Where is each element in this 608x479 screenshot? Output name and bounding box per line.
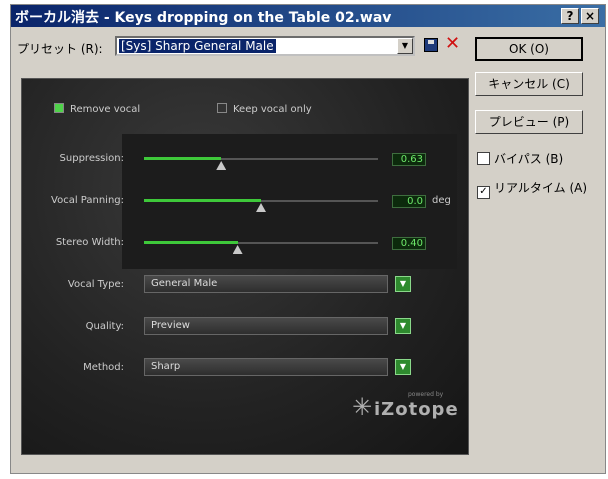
vocal-panning-unit: deg [432, 195, 451, 206]
window-title: ボーカル消去 - Keys dropping on the Table 02.w… [15, 10, 392, 26]
stereo-width-value[interactable]: 0.40 [392, 237, 426, 250]
radio-dot-icon [217, 103, 227, 113]
preset-label: プリセット (R): [17, 42, 103, 56]
izotope-panel: Remove vocal Keep vocal only Suppression… [21, 78, 469, 455]
stereo-width-label: Stereo Width: [55, 237, 124, 248]
vocal-panning-label: Vocal Panning: [51, 195, 124, 206]
vocal-panning-slider[interactable] [144, 199, 378, 212]
izotope-mark-icon: ✳ [352, 393, 373, 421]
realtime-check-box[interactable]: ✓ [477, 186, 490, 199]
vocal-type-select[interactable]: General Male [144, 275, 388, 293]
bypass-checkbox[interactable]: バイパス (B) [477, 150, 563, 167]
title-bar: ボーカル消去 - Keys dropping on the Table 02.w… [11, 5, 605, 27]
quality-select[interactable]: Preview [144, 317, 388, 335]
realtime-checkbox[interactable]: ✓ リアルタイム (A) [477, 179, 587, 199]
vocal-type-label: Vocal Type: [67, 279, 124, 290]
help-button[interactable]: ? [561, 8, 579, 24]
save-icon[interactable] [424, 38, 438, 52]
izotope-brand: iZotope [374, 399, 459, 420]
preset-dropdown[interactable]: [Sys] Sharp General Male ▼ [115, 36, 415, 56]
chevron-down-icon[interactable]: ▼ [395, 318, 411, 334]
vocal-panning-value[interactable]: 0.0 [392, 195, 426, 208]
suppression-value[interactable]: 0.63 [392, 153, 426, 166]
close-button[interactable]: × [581, 8, 599, 24]
stereo-width-slider[interactable] [144, 241, 378, 254]
preset-value: [Sys] Sharp General Male [119, 39, 276, 53]
radio-dot-icon [54, 103, 64, 113]
suppression-slider[interactable] [144, 157, 378, 170]
remove-vocal-radio[interactable]: Remove vocal [54, 103, 140, 115]
suppression-fill [144, 157, 222, 160]
chevron-down-icon[interactable]: ▼ [395, 359, 411, 375]
preview-button[interactable]: プレビュー (P) [475, 110, 583, 134]
cancel-button[interactable]: キャンセル (C) [475, 72, 583, 96]
bypass-check-box[interactable] [477, 152, 490, 165]
chevron-down-icon[interactable]: ▼ [397, 38, 413, 54]
suppression-label: Suppression: [59, 153, 124, 164]
delete-icon[interactable]: ✕ [445, 33, 460, 54]
stereo-width-fill [144, 241, 238, 244]
vocal-panning-fill [144, 199, 261, 202]
quality-label: Quality: [85, 321, 124, 332]
realtime-label: リアルタイム (A) [494, 181, 588, 195]
chevron-down-icon[interactable]: ▼ [395, 276, 411, 292]
method-select[interactable]: Sharp [144, 358, 388, 376]
ok-button[interactable]: OK (O) [475, 37, 583, 61]
vocal-removal-dialog: ボーカル消去 - Keys dropping on the Table 02.w… [10, 4, 606, 474]
remove-vocal-label: Remove vocal [70, 104, 141, 115]
bypass-label: バイパス (B) [494, 152, 564, 166]
keep-vocal-radio[interactable]: Keep vocal only [217, 103, 312, 115]
method-label: Method: [83, 362, 124, 373]
powered-by-text: powered by [408, 391, 444, 398]
keep-vocal-label: Keep vocal only [233, 104, 312, 115]
